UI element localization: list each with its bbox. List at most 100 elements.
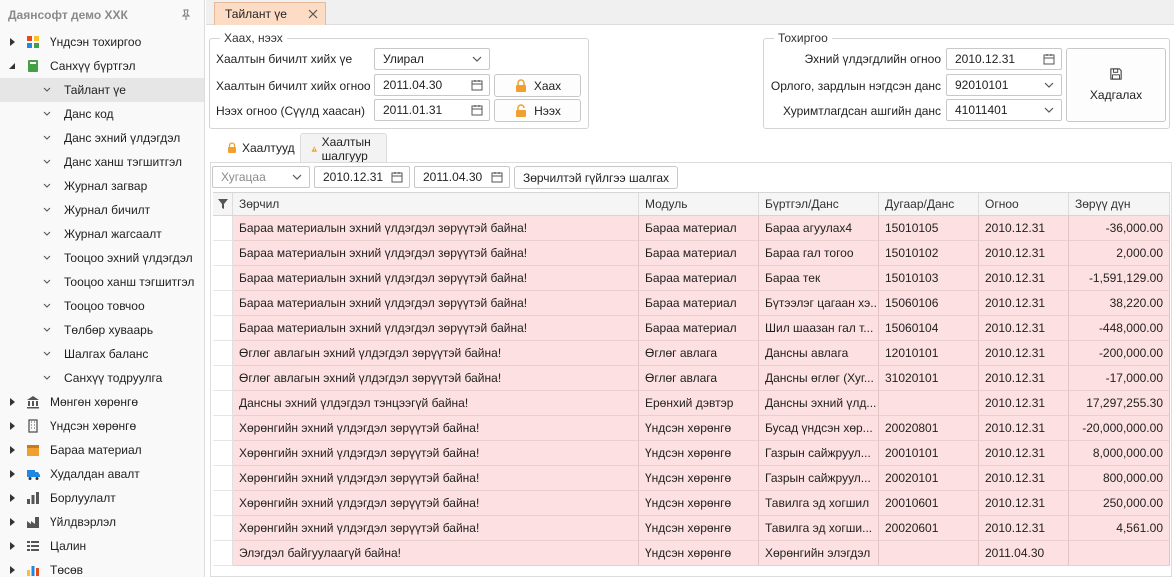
table-cell[interactable]: Тавилга эд хогши... <box>759 516 879 541</box>
collapsed-arrow-icon[interactable] <box>6 396 18 408</box>
table-cell[interactable]: Дансны өглөг (Хуг... <box>759 366 879 391</box>
sidebar-subitem[interactable]: Данс код <box>0 102 204 126</box>
sidebar-category-item[interactable]: Үйлдвэрлэл <box>0 510 204 534</box>
collapsed-arrow-icon[interactable] <box>6 516 18 528</box>
tab-reporting-period[interactable]: Тайлант үе <box>214 2 326 25</box>
table-row[interactable]: Өглөг авлагын эхний үлдэгдэл зөрүүтэй ба… <box>213 366 1170 391</box>
table-cell[interactable]: 800,000.00 <box>1069 466 1170 491</box>
table-cell[interactable]: Бараа тек <box>759 266 879 291</box>
retained-account-select[interactable]: 41011401 <box>946 99 1062 121</box>
row-selector[interactable] <box>213 541 233 566</box>
period-select[interactable]: Хугацаа <box>212 166 310 188</box>
table-cell[interactable]: 2010.12.31 <box>979 216 1069 241</box>
row-selector[interactable] <box>213 466 233 491</box>
table-cell[interactable]: -36,000.00 <box>1069 216 1170 241</box>
table-cell[interactable]: Хөрөнгийн эхний үлдэгдэл зөрүүтэй байна! <box>233 441 639 466</box>
sidebar-subitem[interactable]: Шалгах баланс <box>0 342 204 366</box>
table-row[interactable]: Бараа материалын эхний үлдэгдэл зөрүүтэй… <box>213 216 1170 241</box>
tab-closing-checks[interactable]: Хаалтын шалгуур <box>300 133 388 163</box>
from-date-field[interactable]: 2010.12.31 <box>314 166 410 188</box>
table-cell[interactable]: 2010.12.31 <box>979 366 1069 391</box>
table-cell[interactable]: Үндсэн хөрөнгө <box>639 491 759 516</box>
sidebar-category-item[interactable]: Үндсэн хөрөнгө <box>0 414 204 438</box>
table-cell[interactable]: -200,000.00 <box>1069 341 1170 366</box>
table-cell[interactable]: Бараа материалын эхний үлдэгдэл зөрүүтэй… <box>233 316 639 341</box>
close-date-field[interactable]: 2011.04.30 <box>374 74 490 96</box>
sidebar-category-item[interactable]: Мөнгөн хөрөнгө <box>0 390 204 414</box>
expanded-arrow-icon[interactable] <box>6 60 18 72</box>
table-cell[interactable]: 250,000.00 <box>1069 491 1170 516</box>
row-selector[interactable] <box>213 416 233 441</box>
column-header-difference[interactable]: Зөрүү дүн <box>1069 193 1170 215</box>
sidebar-subitem[interactable]: Журнал жагсаалт <box>0 222 204 246</box>
table-cell[interactable]: 20020601 <box>879 516 979 541</box>
table-cell[interactable]: 15010105 <box>879 216 979 241</box>
sidebar-subitem[interactable]: Санхүү тодруулга <box>0 366 204 390</box>
sidebar-subitem[interactable]: Данс эхний үлдэгдэл <box>0 126 204 150</box>
table-cell[interactable]: Өглөг авлага <box>639 366 759 391</box>
table-cell[interactable]: 38,220.00 <box>1069 291 1170 316</box>
table-cell[interactable]: Бараа материал <box>639 316 759 341</box>
column-header-date[interactable]: Огноо <box>979 193 1069 215</box>
table-cell[interactable]: Дансны авлага <box>759 341 879 366</box>
calendar-icon[interactable] <box>471 104 483 116</box>
row-selector[interactable] <box>213 516 233 541</box>
sidebar-category-item[interactable]: Үндсэн тохиргоо <box>0 30 204 54</box>
tab-closings[interactable]: Хаалтууд <box>226 133 295 163</box>
table-cell[interactable]: 2010.12.31 <box>979 466 1069 491</box>
sidebar-subitem[interactable]: Журнал бичилт <box>0 198 204 222</box>
open-date-field[interactable]: 2011.01.31 <box>374 99 490 121</box>
table-cell[interactable]: Бараа материал <box>639 216 759 241</box>
collapsed-arrow-icon[interactable] <box>6 36 18 48</box>
table-cell[interactable]: Хөрөнгийн эхний үлдэгдэл зөрүүтэй байна! <box>233 491 639 516</box>
table-cell[interactable]: 2,000.00 <box>1069 241 1170 266</box>
table-cell[interactable]: Бараа агуулах4 <box>759 216 879 241</box>
table-cell[interactable]: Хөрөнгийн эхний үлдэгдэл зөрүүтэй байна! <box>233 516 639 541</box>
table-cell[interactable]: Ерөнхий дэвтэр <box>639 391 759 416</box>
open-period-button[interactable]: Нээх <box>494 99 581 122</box>
table-cell[interactable] <box>879 541 979 566</box>
table-row[interactable]: Бараа материалын эхний үлдэгдэл зөрүүтэй… <box>213 241 1170 266</box>
table-cell[interactable]: Бараа материал <box>639 241 759 266</box>
table-cell[interactable]: Хөрөнгийн элэгдэл <box>759 541 879 566</box>
table-cell[interactable]: Бүтээлэг цагаан хэ... <box>759 291 879 316</box>
table-cell[interactable]: 2010.12.31 <box>979 291 1069 316</box>
row-selector[interactable] <box>213 341 233 366</box>
save-button[interactable]: Хадгалах <box>1066 48 1166 122</box>
filter-icon[interactable] <box>217 198 229 210</box>
table-cell[interactable]: 15060104 <box>879 316 979 341</box>
row-selector[interactable] <box>213 391 233 416</box>
table-row[interactable]: Өглөг авлагын эхний үлдэгдэл зөрүүтэй ба… <box>213 341 1170 366</box>
sidebar-category-item[interactable]: Бараа материал <box>0 438 204 462</box>
table-cell[interactable]: Бусад үндсэн хөр... <box>759 416 879 441</box>
table-cell[interactable]: Шил шаазан гал т... <box>759 316 879 341</box>
row-selector[interactable] <box>213 316 233 341</box>
sidebar-subitem[interactable]: Данс ханш тэгшитгэл <box>0 150 204 174</box>
table-row[interactable]: Бараа материалын эхний үлдэгдэл зөрүүтэй… <box>213 266 1170 291</box>
table-cell[interactable]: -448,000.00 <box>1069 316 1170 341</box>
table-cell[interactable]: 15010103 <box>879 266 979 291</box>
table-cell[interactable]: 8,000,000.00 <box>1069 441 1170 466</box>
table-cell[interactable]: 20010101 <box>879 441 979 466</box>
table-cell[interactable]: Хөрөнгийн эхний үлдэгдэл зөрүүтэй байна! <box>233 416 639 441</box>
sidebar-subitem[interactable]: Тооцоо ханш тэгшитгэл <box>0 270 204 294</box>
table-row[interactable]: Элэгдэл байгуулаагүй байна! Үндсэн хөрөнг… <box>213 541 1170 566</box>
table-cell[interactable]: Газрын сайжруул... <box>759 466 879 491</box>
table-row[interactable]: Хөрөнгийн эхний үлдэгдэл зөрүүтэй байна!… <box>213 516 1170 541</box>
opening-date-field[interactable]: 2010.12.31 <box>946 48 1062 70</box>
table-cell[interactable]: 20020801 <box>879 416 979 441</box>
table-cell[interactable]: Бараа материал <box>639 266 759 291</box>
column-header-violation[interactable]: Зөрчил <box>233 193 639 215</box>
table-cell[interactable]: 12010101 <box>879 341 979 366</box>
table-cell[interactable]: 15060106 <box>879 291 979 316</box>
table-cell[interactable] <box>879 391 979 416</box>
filter-header-cell[interactable] <box>213 193 233 215</box>
table-cell[interactable]: Тавилга эд хогшил <box>759 491 879 516</box>
row-selector[interactable] <box>213 491 233 516</box>
table-row[interactable]: Хөрөнгийн эхний үлдэгдэл зөрүүтэй байна!… <box>213 416 1170 441</box>
collapsed-arrow-icon[interactable] <box>6 420 18 432</box>
table-cell[interactable]: Дансны эхний үлдэгдэл тэнцээгүй байна! <box>233 391 639 416</box>
sidebar-category-item[interactable]: Худалдан авалт <box>0 462 204 486</box>
check-transactions-button[interactable]: Зөрчилтэй гүйлгээ шалгах <box>514 166 678 189</box>
column-header-number[interactable]: Дугаар/Данс <box>879 193 979 215</box>
